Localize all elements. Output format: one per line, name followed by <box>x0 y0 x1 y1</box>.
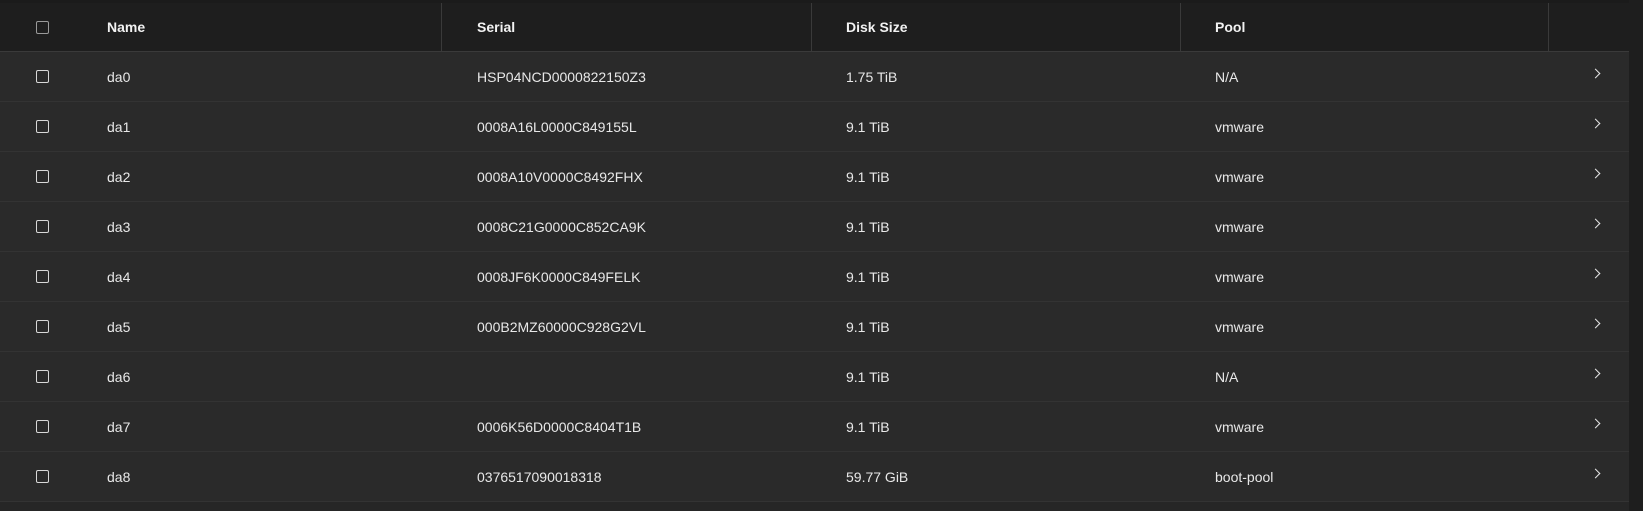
disk-serial: 0008A10V0000C8492FHX <box>477 168 643 185</box>
disks-screen: Name Serial Disk Size Pool da0 HSP04NCD0… <box>0 0 1643 511</box>
disk-name: da8 <box>107 468 131 485</box>
disk-pool: vmware <box>1215 418 1265 435</box>
table-row[interactable]: da6 9.1 TiB N/A <box>0 352 1629 402</box>
table-row[interactable]: da7 0006K56D0000C8404T1B 9.1 TiB vmware <box>0 402 1629 452</box>
chevron-right-icon[interactable] <box>1590 318 1600 329</box>
row-checkbox[interactable] <box>35 170 49 183</box>
row-select-cell <box>32 52 52 101</box>
table-row[interactable]: da2 0008A10V0000C8492FHX 9.1 TiB vmware <box>0 152 1629 202</box>
disk-name: da1 <box>107 118 131 135</box>
expand-row-button[interactable] <box>1585 202 1605 251</box>
select-all-cell <box>32 3 52 51</box>
disk-name: da6 <box>107 368 131 385</box>
chevron-right-icon[interactable] <box>1590 418 1600 429</box>
column-divider[interactable] <box>811 3 812 51</box>
chevron-right-icon[interactable] <box>1590 118 1600 129</box>
expand-row-button[interactable] <box>1585 402 1605 451</box>
header-pool[interactable]: Pool <box>1215 3 1245 51</box>
disk-size: 1.75 TiB <box>846 68 898 85</box>
expand-row-button[interactable] <box>1585 302 1605 351</box>
row-checkbox[interactable] <box>35 70 49 83</box>
table-body: da0 HSP04NCD0000822150Z3 1.75 TiB N/A da… <box>0 52 1629 502</box>
table-row[interactable]: da4 0008JF6K0000C849FELK 9.1 TiB vmware <box>0 252 1629 302</box>
disk-size: 9.1 TiB <box>846 168 890 185</box>
disk-pool: vmware <box>1215 268 1265 285</box>
disk-pool: vmware <box>1215 318 1265 335</box>
row-select-cell <box>32 402 52 451</box>
disk-serial: HSP04NCD0000822150Z3 <box>477 68 646 85</box>
row-select-cell <box>32 452 52 501</box>
disk-serial: 0006K56D0000C8404T1B <box>477 418 642 435</box>
row-checkbox[interactable] <box>35 320 49 333</box>
chevron-right-icon[interactable] <box>1590 268 1600 279</box>
disk-name: da4 <box>107 268 131 285</box>
row-checkbox[interactable] <box>35 420 49 433</box>
column-divider[interactable] <box>1548 3 1549 51</box>
disk-serial: 0008C21G0000C852CA9K <box>477 218 646 235</box>
header-name[interactable]: Name <box>107 3 145 51</box>
expand-row-button[interactable] <box>1585 152 1605 201</box>
row-checkbox[interactable] <box>35 270 49 283</box>
table-row[interactable]: da3 0008C21G0000C852CA9K 9.1 TiB vmware <box>0 202 1629 252</box>
chevron-right-icon[interactable] <box>1590 218 1600 229</box>
disk-size: 9.1 TiB <box>846 368 890 385</box>
table-row[interactable]: da5 000B2MZ60000C928G2VL 9.1 TiB vmware <box>0 302 1629 352</box>
table-header: Name Serial Disk Size Pool <box>0 3 1629 52</box>
disk-pool: N/A <box>1215 68 1239 85</box>
disk-serial: 0008A16L0000C849155L <box>477 118 637 135</box>
row-select-cell <box>32 152 52 201</box>
expand-row-button[interactable] <box>1585 452 1605 501</box>
disk-pool: vmware <box>1215 118 1265 135</box>
row-checkbox[interactable] <box>35 470 49 483</box>
disk-size: 9.1 TiB <box>846 268 890 285</box>
table-row[interactable]: da0 HSP04NCD0000822150Z3 1.75 TiB N/A <box>0 52 1629 102</box>
expand-row-button[interactable] <box>1585 52 1605 101</box>
disk-size: 9.1 TiB <box>846 318 890 335</box>
disk-pool: vmware <box>1215 168 1265 185</box>
expand-row-button[interactable] <box>1585 352 1605 401</box>
expand-row-button[interactable] <box>1585 102 1605 151</box>
scrollbar-track[interactable] <box>1629 0 1643 511</box>
row-select-cell <box>32 352 52 401</box>
disk-serial: 0376517090018318 <box>477 468 602 485</box>
chevron-right-icon[interactable] <box>1590 368 1600 379</box>
disk-name: da5 <box>107 318 131 335</box>
disk-size: 59.77 GiB <box>846 468 909 485</box>
disk-pool: N/A <box>1215 368 1239 385</box>
row-select-cell <box>32 202 52 251</box>
disk-pool: vmware <box>1215 218 1265 235</box>
column-divider[interactable] <box>1180 3 1181 51</box>
row-checkbox[interactable] <box>35 120 49 133</box>
row-select-cell <box>32 102 52 151</box>
header-disk-size[interactable]: Disk Size <box>846 3 907 51</box>
disk-name: da3 <box>107 218 131 235</box>
row-checkbox[interactable] <box>35 370 49 383</box>
disk-serial: 000B2MZ60000C928G2VL <box>477 318 646 335</box>
disk-size: 9.1 TiB <box>846 218 890 235</box>
row-select-cell <box>32 252 52 301</box>
disk-name: da2 <box>107 168 131 185</box>
select-all-checkbox[interactable] <box>35 20 49 34</box>
disks-table: Name Serial Disk Size Pool da0 HSP04NCD0… <box>0 0 1629 511</box>
chevron-right-icon[interactable] <box>1590 68 1600 79</box>
disk-pool: boot-pool <box>1215 468 1274 485</box>
header-serial[interactable]: Serial <box>477 3 515 51</box>
row-select-cell <box>32 302 52 351</box>
disk-name: da7 <box>107 418 131 435</box>
disk-name: da0 <box>107 68 131 85</box>
row-checkbox[interactable] <box>35 220 49 233</box>
table-row[interactable]: da1 0008A16L0000C849155L 9.1 TiB vmware <box>0 102 1629 152</box>
disk-size: 9.1 TiB <box>846 418 890 435</box>
chevron-right-icon[interactable] <box>1590 168 1600 179</box>
disk-size: 9.1 TiB <box>846 118 890 135</box>
column-divider[interactable] <box>441 3 442 51</box>
disk-serial: 0008JF6K0000C849FELK <box>477 268 641 285</box>
expand-row-button[interactable] <box>1585 252 1605 301</box>
chevron-right-icon[interactable] <box>1590 468 1600 479</box>
table-row[interactable]: da8 0376517090018318 59.77 GiB boot-pool <box>0 452 1629 502</box>
